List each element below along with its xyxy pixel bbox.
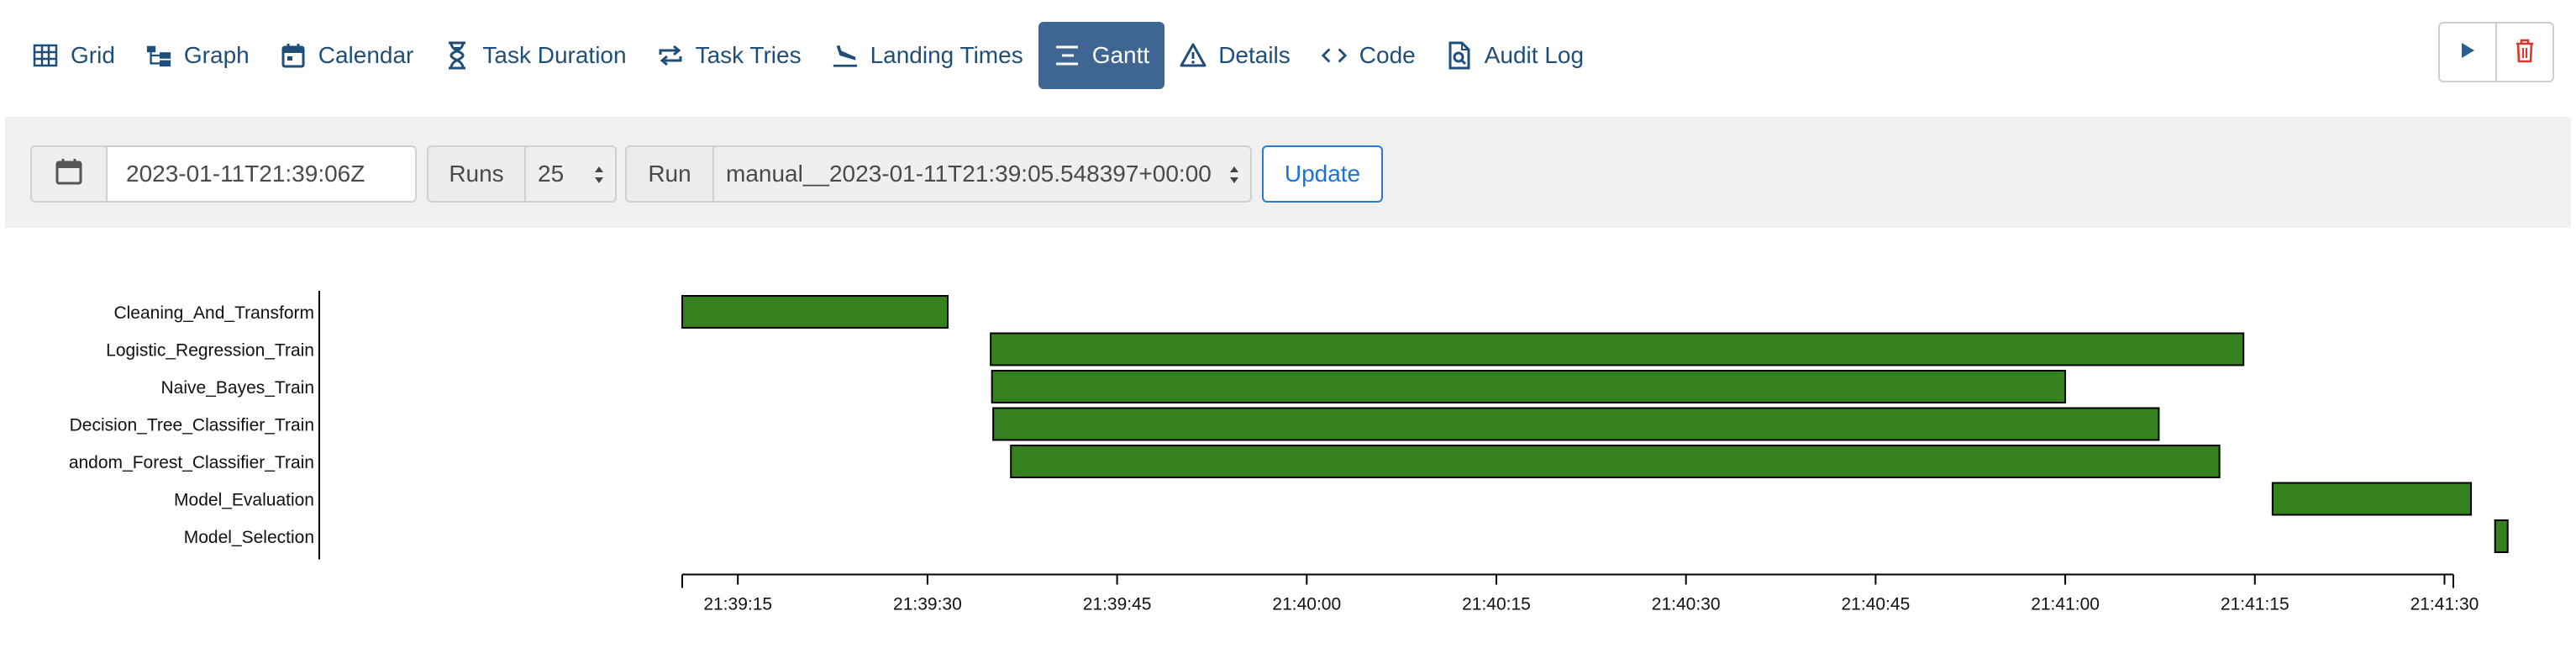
x-tick-label: 21:39:15 bbox=[703, 595, 772, 614]
tab-calendar[interactable]: Calendar bbox=[265, 22, 429, 89]
calendar-icon bbox=[280, 42, 307, 69]
x-tick-label: 21:39:30 bbox=[893, 595, 962, 614]
task-label: Model_Evaluation bbox=[174, 491, 314, 510]
task-bar[interactable] bbox=[681, 295, 949, 329]
dag-run-value: manual__2023-01-11T21:39:05.548397+00:00 bbox=[726, 161, 1212, 187]
x-tick-label: 21:40:00 bbox=[1272, 595, 1341, 614]
tab-label: Calendar bbox=[318, 42, 414, 68]
task-bar[interactable] bbox=[2271, 482, 2473, 516]
gantt-icon bbox=[1054, 42, 1080, 69]
tab-label: Audit Log bbox=[1484, 42, 1585, 68]
tab-task-tries[interactable]: Task Tries bbox=[642, 22, 817, 89]
task-label: Naive_Bayes_Train bbox=[161, 378, 314, 398]
delete-dag-button[interactable] bbox=[2495, 24, 2552, 81]
run-selector-form: 2023-01-11T21:39:06Z Runs 25 Run manual_… bbox=[5, 117, 2571, 228]
grid-icon bbox=[32, 42, 59, 69]
tab-task-duration[interactable]: Task Duration bbox=[428, 22, 641, 89]
tab-grid[interactable]: Grid bbox=[17, 22, 130, 89]
tab-gantt[interactable]: Gantt bbox=[1038, 22, 1165, 89]
task-label: Decision_Tree_Classifier_Train bbox=[70, 416, 314, 435]
file-search-icon bbox=[1446, 41, 1473, 70]
select-caret-icon bbox=[595, 166, 603, 183]
task-bar[interactable] bbox=[990, 332, 2245, 366]
task-label: Cleaning_And_Transform bbox=[113, 303, 314, 323]
date-picker-button[interactable] bbox=[30, 145, 108, 203]
tab-label: Landing Times bbox=[870, 42, 1023, 68]
task-bar[interactable] bbox=[991, 370, 2067, 403]
warning-triangle-icon bbox=[1180, 42, 1207, 69]
run-label: Run bbox=[625, 145, 714, 203]
tab-label: Task Tries bbox=[695, 42, 802, 68]
dag-run-select[interactable]: manual__2023-01-11T21:39:05.548397+00:00 bbox=[712, 145, 1252, 203]
base-date-input[interactable]: 2023-01-11T21:39:06Z bbox=[106, 145, 417, 203]
graph-icon bbox=[145, 42, 172, 69]
gantt-chart: Cleaning_And_Transform Logistic_Regressio… bbox=[0, 252, 2576, 622]
x-tick-label: 21:40:15 bbox=[1462, 595, 1531, 614]
x-tick-label: 21:40:45 bbox=[1842, 595, 1911, 614]
tab-label: Gantt bbox=[1091, 42, 1150, 68]
task-label: andom_Forest_Classifier_Train bbox=[69, 453, 314, 472]
trash-icon bbox=[2515, 38, 2535, 67]
task-label: Model_Selection bbox=[184, 528, 314, 547]
x-tick-label: 21:41:30 bbox=[2410, 595, 2479, 614]
num-runs-value: 25 bbox=[538, 161, 565, 187]
tab-landing-times[interactable]: Landing Times bbox=[817, 22, 1038, 89]
tab-label: Details bbox=[1218, 42, 1291, 68]
tab-label: Task Duration bbox=[482, 42, 627, 68]
dag-actions bbox=[2438, 22, 2554, 82]
select-caret-icon bbox=[1230, 166, 1238, 183]
tab-graph[interactable]: Graph bbox=[130, 22, 265, 89]
task-label: Logistic_Regression_Train bbox=[106, 341, 314, 361]
tab-code[interactable]: Code bbox=[1306, 22, 1431, 89]
calendar-icon bbox=[55, 157, 83, 192]
tab-label: Graph bbox=[183, 42, 250, 68]
retry-icon bbox=[657, 42, 684, 69]
tab-label: Grid bbox=[71, 42, 115, 68]
dag-navbar: Grid Graph Calendar Task Duration Task T… bbox=[0, 0, 2576, 113]
update-button[interactable]: Update bbox=[1262, 145, 1383, 203]
code-icon bbox=[1321, 42, 1348, 69]
tab-label: Code bbox=[1359, 42, 1416, 68]
play-icon bbox=[2459, 41, 2476, 64]
runs-label: Runs bbox=[427, 145, 526, 203]
x-tick-label: 21:41:15 bbox=[2221, 595, 2289, 614]
tab-audit-log[interactable]: Audit Log bbox=[1431, 22, 1599, 89]
x-tick-label: 21:41:00 bbox=[2031, 595, 2100, 614]
tab-details[interactable]: Details bbox=[1164, 22, 1306, 89]
task-bar[interactable] bbox=[2494, 519, 2509, 553]
gantt-svg: Cleaning_And_Transform Logistic_Regressio… bbox=[69, 291, 2509, 614]
view-tabs: Grid Graph Calendar Task Duration Task T… bbox=[17, 22, 1599, 89]
num-runs-select[interactable]: 25 bbox=[524, 145, 617, 203]
x-tick-label: 21:40:30 bbox=[1652, 595, 1721, 614]
trigger-dag-button[interactable] bbox=[2440, 24, 2495, 81]
hourglass-icon bbox=[444, 41, 471, 70]
x-tick-label: 21:39:45 bbox=[1083, 595, 1152, 614]
task-bar[interactable] bbox=[992, 407, 2160, 441]
task-bar[interactable] bbox=[1010, 445, 2221, 478]
plane-landing-icon bbox=[832, 42, 859, 69]
